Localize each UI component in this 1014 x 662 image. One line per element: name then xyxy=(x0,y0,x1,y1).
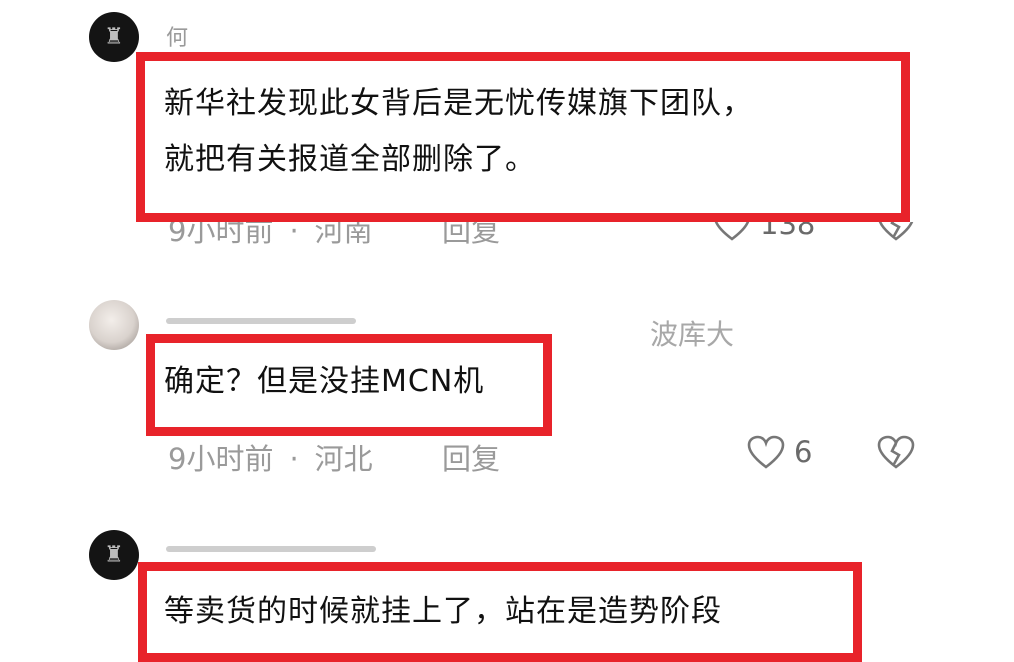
comment-text: 等卖货的时候就挂上了，站在是造势阶段 xyxy=(164,594,722,627)
like-count: 6 xyxy=(794,435,813,469)
comment-meta: 9小时前 · 河北 xyxy=(168,442,373,476)
dislike-button[interactable] xyxy=(876,222,916,242)
heart-outline-icon xyxy=(746,434,786,470)
avatar[interactable] xyxy=(89,300,139,350)
like-button[interactable]: 6 xyxy=(746,434,812,470)
avatar[interactable]: ♜ xyxy=(89,530,139,580)
like-button[interactable]: 138 xyxy=(712,222,815,242)
heart-outline-icon xyxy=(712,222,752,242)
dislike-button[interactable] xyxy=(876,434,916,470)
comment-text-line-1: 新华社发现此女背后是无忧传媒旗下团队， xyxy=(164,86,753,121)
comment-text-line-2: 就把有关报道全部删除了。 xyxy=(164,142,536,177)
comment-username-blurred[interactable] xyxy=(166,546,376,552)
comment-meta-row: 9小时前 · 河南 回复 138 xyxy=(160,222,920,244)
comment-text-clip: 确定？但是没挂MCN机 xyxy=(164,356,544,416)
reply-button[interactable]: 回复 xyxy=(442,436,500,478)
comment-username-suffix[interactable]: 波库大 xyxy=(650,313,734,353)
comment-location: 河北 xyxy=(314,442,373,476)
comment-time: 9小时前 xyxy=(168,222,274,244)
comment-location: 河南 xyxy=(314,222,373,244)
avatar-glyph-icon: ♜ xyxy=(104,542,124,568)
comment-username-blurred[interactable] xyxy=(166,318,356,324)
broken-heart-icon xyxy=(876,434,916,470)
comment-text-clip: 等卖货的时候就挂上了，站在是造势阶段 xyxy=(164,586,854,627)
avatar[interactable]: ♜ xyxy=(89,12,139,62)
comment-username[interactable]: 何 xyxy=(166,20,188,52)
broken-heart-icon xyxy=(876,222,916,242)
avatar-glyph-icon: ♜ xyxy=(104,24,124,50)
comment-time: 9小时前 xyxy=(168,442,274,476)
like-count: 138 xyxy=(760,222,816,241)
reply-button[interactable]: 回复 xyxy=(442,222,500,244)
comment-text: 确定？但是没挂MCN机 xyxy=(164,364,485,399)
